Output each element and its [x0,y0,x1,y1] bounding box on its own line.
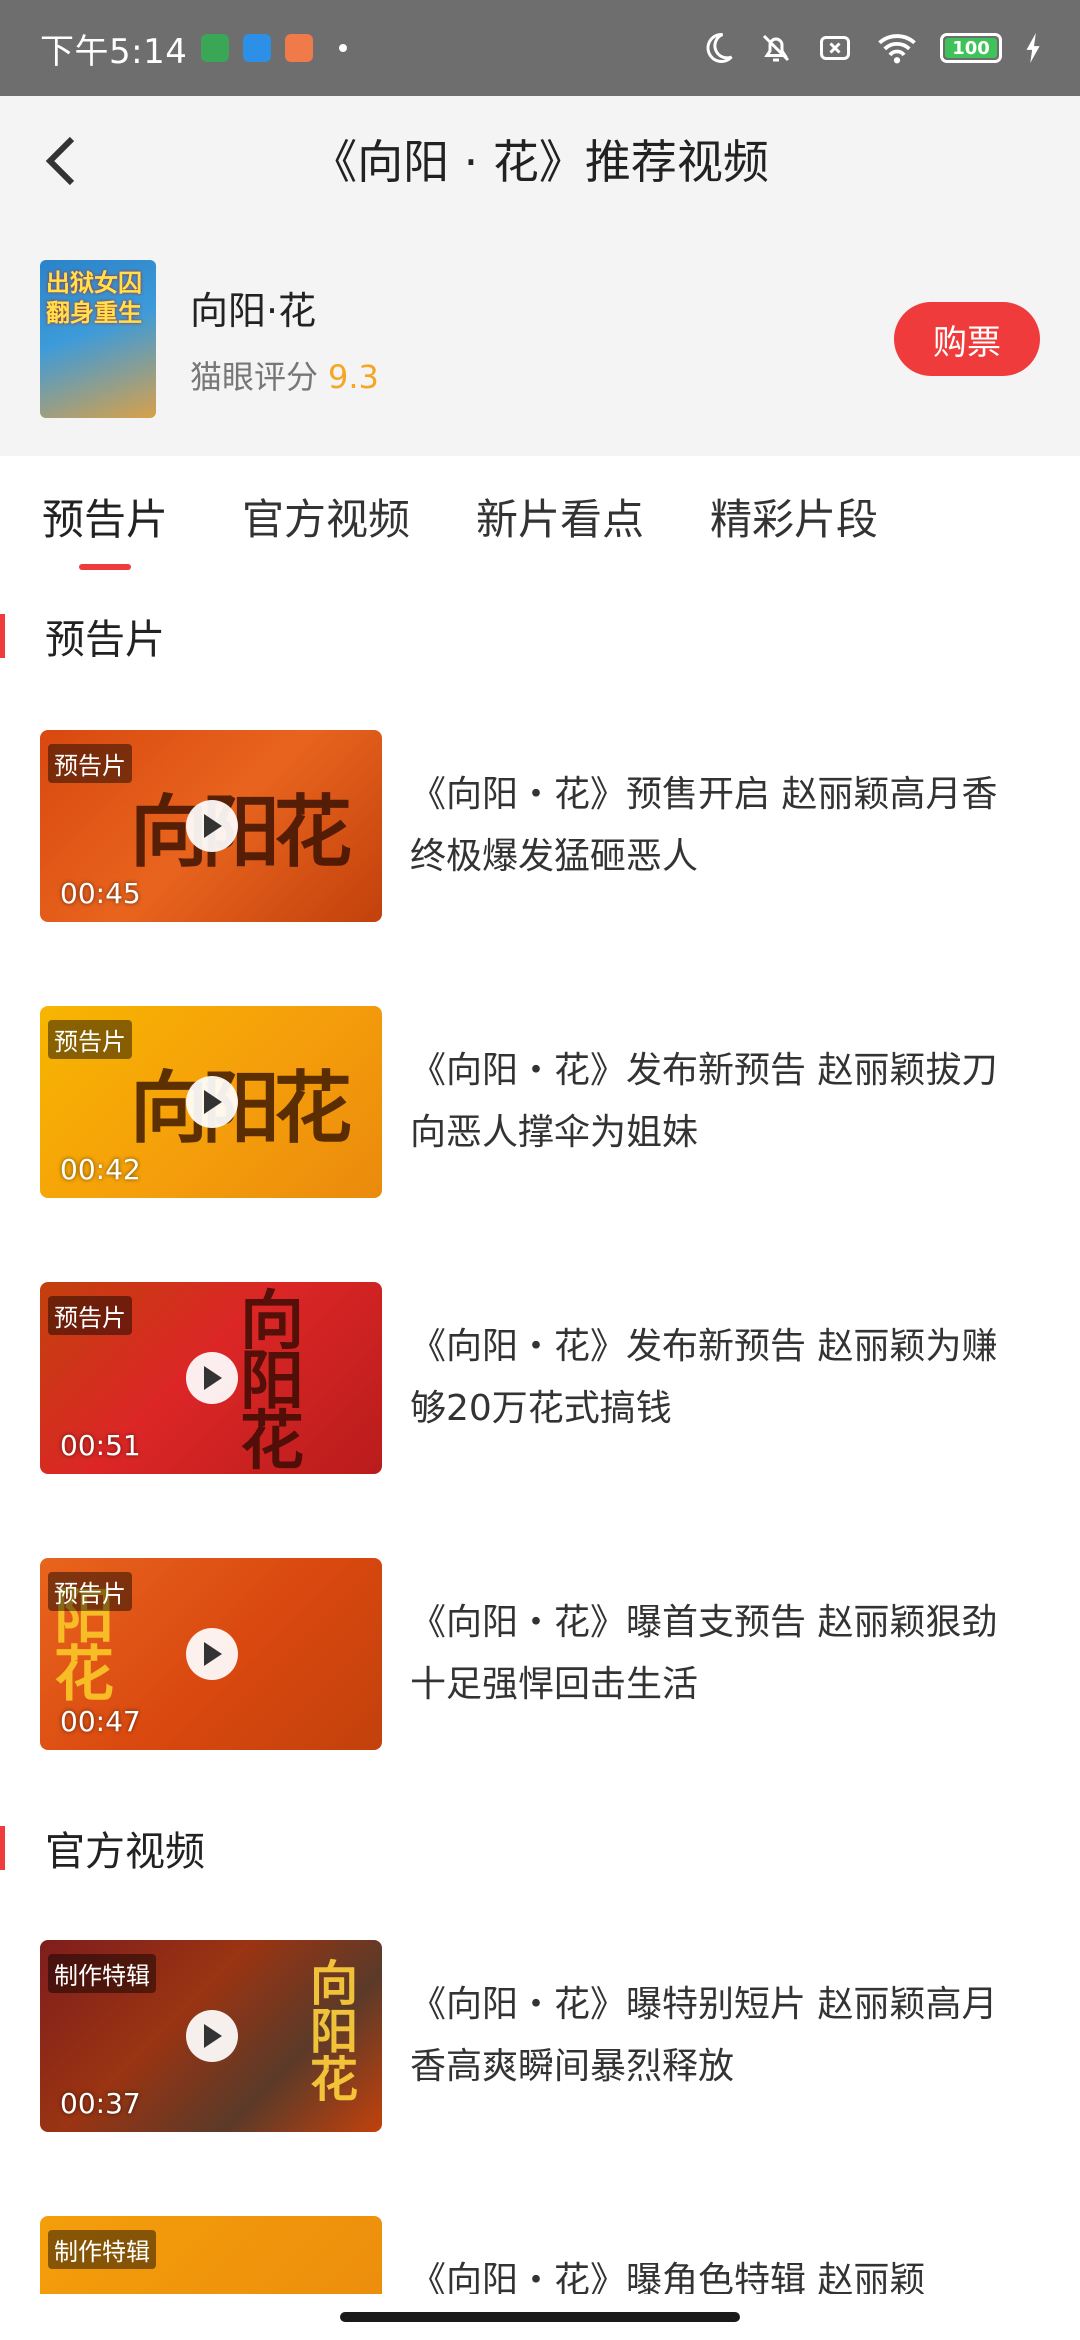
section-title-trailer: 预告片 [0,610,165,663]
page-header: 《向阳 · 花》推荐视频 [0,96,1080,230]
tab-label: 新片看点 [476,494,645,544]
moon-icon [706,32,733,63]
video-tag: 制作特辑 [48,1954,156,1993]
thumbnail-art: 向阳花 [310,1956,358,2108]
movie-rating: 猫眼评分 9.3 [190,352,379,398]
tab-clips[interactable]: 精彩片段 [710,456,878,576]
tab-trailer[interactable]: 预告片 [34,456,176,576]
sim-off-icon [820,36,850,60]
battery-level: 100 [952,37,990,59]
cloud-notification-icon [243,34,272,62]
section-accent-bar [0,614,5,658]
video-title: 《向阳・花》发布新预告 赵丽颖拔刀向恶人撑伞为姐妹 [410,1050,998,1153]
video-item[interactable]: 向阳花 预告片 00:45 《向阳・花》预售开启 赵丽颖高月香终极爆发猛砸恶人 [0,688,1034,964]
video-item[interactable]: 向阳花 预告片 00:42 《向阳・花》发布新预告 赵丽颖拔刀向恶人撑伞为姐妹 [0,964,1034,1240]
video-tag: 制作特辑 [48,2230,156,2269]
video-thumbnail: 阳花 预告片 00:47 [40,1558,382,1750]
status-time: 下午5:14 [40,31,188,72]
video-title: 《向阳・花》曝首支预告 赵丽颖狠劲十足强悍回击生活 [410,1602,998,1705]
more-notifications-icon [339,44,348,52]
video-title: 《向阳・花》预售开启 赵丽颖高月香终极爆发猛砸恶人 [410,774,998,877]
video-duration: 00:37 [60,2087,141,2120]
video-item[interactable]: 向阳花 制作特辑 00:37 《向阳・花》曝特别短片 赵丽颖高月香高爽瞬间暴烈释… [0,1898,1034,2174]
video-title: 《向阳・花》曝特别短片 赵丽颖高月香高爽瞬间暴烈释放 [410,1984,998,2087]
tab-label: 官方视频 [242,494,411,544]
rating-label: 猫眼评分 [190,358,319,396]
buy-ticket-button[interactable]: 购票 [894,302,1040,376]
play-icon [186,1076,238,1128]
home-indicator[interactable] [340,2312,740,2322]
video-tag: 预告片 [48,1020,132,1059]
thumbnail-art: 向阳花 [130,787,352,878]
play-icon [186,1352,238,1404]
movie-name: 向阳·花 [190,289,317,333]
video-item[interactable]: 制作特辑 《向阳・花》曝角色特辑 赵丽颖 [0,2174,1034,2294]
tab-label: 精彩片段 [710,494,879,544]
section-title-official-video: 官方视频 [0,1822,205,1875]
poster-text: 出狱女囚翻身重生 [46,269,142,327]
play-icon [186,800,238,852]
battery-icon: 100 [940,33,1002,63]
section-accent-bar [0,1826,5,1870]
wifi-icon [878,34,916,64]
video-item[interactable]: 向阳花 预告片 00:51 《向阳・花》发布新预告 赵丽颖为赚够20万花式搞钱 [0,1240,1034,1516]
video-thumbnail: 向阳花 预告片 00:51 [40,1282,382,1474]
tab-highlights[interactable]: 新片看点 [476,456,644,576]
video-title: 《向阳・花》曝角色特辑 赵丽颖 [410,2260,926,2294]
section-title-text: 官方视频 [45,1829,205,1875]
app-notification-icon [201,34,230,62]
thumbnail-art: 向阳花 [130,1063,352,1154]
video-thumbnail: 向阳花 预告片 00:45 [40,730,382,922]
movie-poster: 出狱女囚翻身重生 [40,260,156,418]
thumbnail-art: 向阳花 [240,1284,304,1474]
active-tab-indicator [79,564,131,570]
mute-bell-icon [762,34,790,62]
video-tag: 预告片 [48,1296,132,1335]
status-bar: 下午5:14 100 [0,0,1080,96]
charging-icon [1026,33,1040,63]
tab-label: 预告片 [41,494,168,544]
tab-official-video[interactable]: 官方视频 [242,456,410,576]
category-tabs: 预告片 官方视频 新片看点 精彩片段 [0,456,1080,586]
page-title: 《向阳 · 花》推荐视频 [311,135,769,189]
video-thumbnail: 向阳花 预告片 00:42 [40,1006,382,1198]
rating-score: 9.3 [328,358,379,396]
video-duration: 00:47 [60,1705,141,1738]
play-icon [186,1628,238,1680]
video-tag: 预告片 [48,744,132,783]
video-tag: 预告片 [48,1572,132,1611]
video-thumbnail: 制作特辑 [40,2216,382,2294]
video-title: 《向阳・花》发布新预告 赵丽颖为赚够20万花式搞钱 [410,1326,998,1429]
video-thumbnail: 向阳花 制作特辑 00:37 [40,1940,382,2132]
video-item[interactable]: 阳花 预告片 00:47 《向阳・花》曝首支预告 赵丽颖狠劲十足强悍回击生活 [0,1516,1034,1792]
section-title-text: 预告片 [45,617,165,663]
video-duration: 00:51 [60,1429,141,1462]
video-duration: 00:45 [60,877,141,910]
video-duration: 00:42 [60,1153,141,1186]
movie-info-card[interactable]: 出狱女囚翻身重生 向阳·花 猫眼评分 9.3 购票 [0,230,1080,456]
gift-notification-icon [285,34,314,62]
play-icon [186,2010,238,2062]
